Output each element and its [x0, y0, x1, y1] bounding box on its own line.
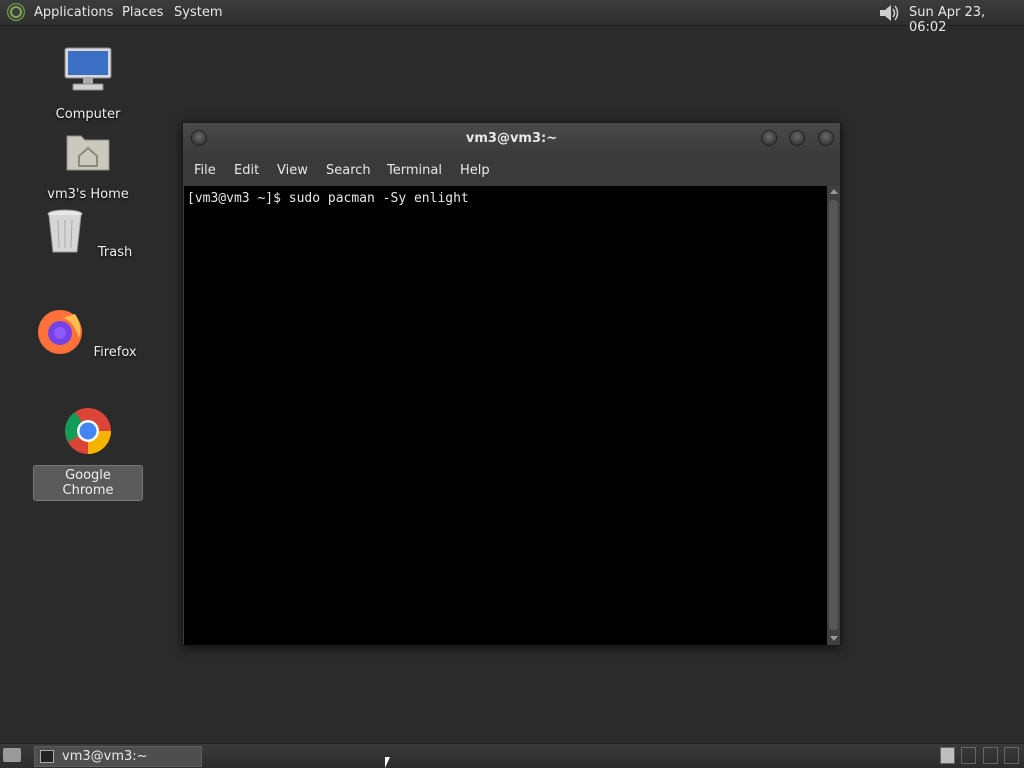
workspace-3[interactable] [983, 747, 998, 764]
mate-logo-icon[interactable] [7, 3, 25, 21]
window-title: vm3@vm3:~ [465, 131, 558, 146]
menu-edit[interactable]: Edit [234, 163, 259, 178]
desktop-icon-firefox[interactable]: Firefox [33, 306, 143, 362]
desktop-icon-chrome[interactable]: Google Chrome [33, 406, 143, 501]
workspace-4[interactable] [1004, 747, 1019, 764]
terminal-area[interactable]: [vm3@vm3 ~]$ sudo pacman -Sy enlight [184, 186, 827, 645]
close-button[interactable] [818, 130, 834, 146]
workspace-1[interactable] [940, 747, 955, 764]
menu-file[interactable]: File [194, 163, 216, 178]
desktop-icon-label: Firefox [93, 345, 137, 360]
maximize-button[interactable] [789, 130, 805, 146]
window-titlebar[interactable]: vm3@vm3:~ [183, 123, 840, 155]
applications-menu[interactable]: Applications [34, 5, 113, 20]
desktop-icon-label: Computer [55, 107, 121, 122]
terminal-icon [40, 750, 54, 763]
taskbar-button-label: vm3@vm3:~ [62, 749, 148, 764]
volume-icon[interactable] [877, 3, 901, 23]
desktop-icon-trash[interactable]: Trash [33, 206, 143, 262]
terminal-menubar: File Edit View Search Terminal Help [183, 155, 840, 185]
menu-search[interactable]: Search [326, 163, 371, 178]
terminal-window[interactable]: vm3@vm3:~ File Edit View Search Terminal… [182, 122, 841, 646]
bottom-panel: vm3@vm3:~ [0, 743, 1024, 768]
trash-icon [47, 209, 83, 253]
computer-icon [64, 47, 112, 91]
home-folder-icon [66, 135, 110, 171]
desktop-icon-computer[interactable]: Computer [33, 46, 143, 124]
mouse-cursor-icon [385, 757, 390, 768]
terminal-line: [vm3@vm3 ~]$ sudo pacman -Sy enlight [187, 191, 469, 206]
scrollbar-thumb[interactable] [829, 200, 838, 630]
menu-help[interactable]: Help [460, 163, 490, 178]
terminal-scrollbar[interactable] [827, 186, 840, 645]
chrome-icon [65, 408, 111, 454]
desktop-icon-home[interactable]: vm3's Home [33, 126, 143, 204]
menu-view[interactable]: View [277, 163, 308, 178]
clock[interactable]: Sun Apr 23, 06:02 [909, 5, 1024, 35]
desktop-icon-label: Trash [97, 245, 133, 260]
desktop-icon-label: Google Chrome [33, 465, 143, 501]
taskbar-terminal-button[interactable]: vm3@vm3:~ [34, 746, 202, 767]
firefox-icon [38, 310, 83, 354]
show-desktop-icon[interactable] [3, 748, 21, 762]
top-panel: Applications Places System Sun Apr 23, 0… [0, 0, 1024, 35]
scroll-down-arrow-icon[interactable] [830, 636, 838, 641]
places-menu[interactable]: Places [122, 5, 163, 20]
desktop-icon-label: vm3's Home [47, 187, 129, 202]
menu-terminal[interactable]: Terminal [387, 163, 442, 178]
workspace-2[interactable] [961, 747, 976, 764]
minimize-button[interactable] [761, 130, 777, 146]
scroll-up-arrow-icon[interactable] [830, 189, 838, 194]
system-menu[interactable]: System [174, 5, 222, 20]
